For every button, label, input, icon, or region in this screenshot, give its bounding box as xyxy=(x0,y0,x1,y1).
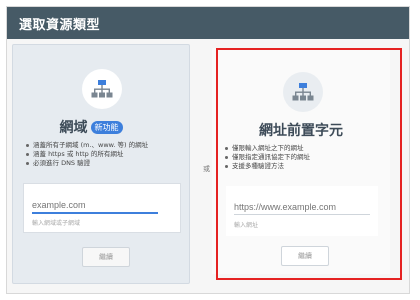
domain-card-title: 網域 新功能 xyxy=(3,117,179,137)
url-prefix-input-container: 輸入網址 xyxy=(226,186,378,236)
sitemap-icon xyxy=(82,69,122,109)
url-prefix-card[interactable]: 網址前置字元 僅限輸入網址之下的網址 僅限指定通訊協定下的網址 支援多種驗證方法… xyxy=(212,48,390,274)
sitemap-icon xyxy=(283,72,323,112)
url-prefix-bullet-list: 僅限輸入網址之下的網址 僅限指定通訊協定下的網址 支援多種驗證方法 xyxy=(224,144,382,171)
or-separator: 或 xyxy=(203,165,210,173)
domain-card[interactable]: 網域 新功能 涵蓋所有子網域 (m.、www. 等) 的網址 涵蓋 https 或… xyxy=(12,44,190,284)
dialog-title: 選取資源類型 xyxy=(19,18,101,33)
domain-input[interactable] xyxy=(32,198,158,214)
dialog-header: 選取資源類型 xyxy=(7,7,409,39)
list-item: 涵蓋 https 或 http 的所有網址 xyxy=(25,150,183,159)
url-prefix-input-helper: 輸入網址 xyxy=(234,222,259,229)
list-item: 必須進行 DNS 驗證 xyxy=(25,159,183,168)
domain-continue-button[interactable]: 繼續 xyxy=(82,247,130,267)
domain-input-helper: 輸入網域或子網域 xyxy=(32,220,81,227)
list-item: 支援多種驗證方法 xyxy=(224,162,382,171)
domain-bullet-list: 涵蓋所有子網域 (m.、www. 等) 的網址 涵蓋 https 或 http … xyxy=(25,141,183,168)
new-badge: 新功能 xyxy=(90,121,123,134)
domain-title-text: 網域 xyxy=(59,120,88,136)
list-item: 僅限指定通訊協定下的網址 xyxy=(224,153,382,162)
list-item: 僅限輸入網址之下的網址 xyxy=(224,144,382,153)
list-item: 涵蓋所有子網域 (m.、www. 等) 的網址 xyxy=(25,141,183,150)
url-prefix-input[interactable] xyxy=(234,200,370,215)
url-prefix-continue-button[interactable]: 繼續 xyxy=(281,246,329,266)
url-prefix-card-title: 網址前置字元 xyxy=(259,123,343,139)
domain-input-container: 輸入網域或子網域 xyxy=(23,183,181,233)
